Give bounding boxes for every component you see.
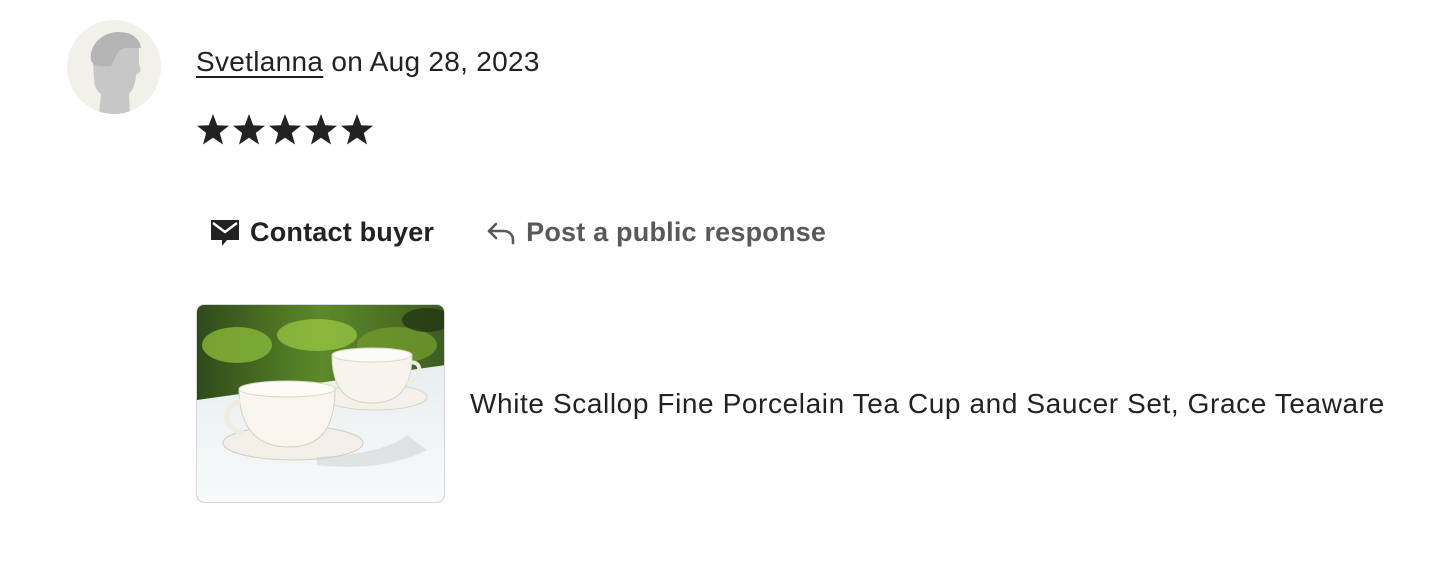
star-icon [341, 114, 373, 145]
star-rating [196, 111, 376, 149]
mail-icon [210, 217, 240, 247]
listing-title-link[interactable]: White Scallop Fine Porcelain Tea Cup and… [470, 388, 1385, 420]
review-date: on Aug 28, 2023 [323, 46, 540, 77]
teacup-photo [197, 305, 444, 502]
reviewed-listing[interactable]: White Scallop Fine Porcelain Tea Cup and… [196, 304, 1385, 503]
star-icon [197, 114, 229, 145]
contact-buyer-button[interactable]: Contact buyer [196, 206, 446, 258]
default-avatar-silhouette-icon [90, 32, 141, 114]
review-header: Svetlanna on Aug 28, 2023 [196, 44, 540, 80]
review-card: Svetlanna on Aug 28, 2023 Contact buyer [0, 0, 1445, 584]
reviewer-avatar[interactable] [67, 20, 161, 114]
listing-thumbnail[interactable] [196, 304, 445, 503]
reviewer-name-link[interactable]: Svetlanna [196, 46, 323, 77]
contact-buyer-label: Contact buyer [250, 216, 435, 247]
star-icon [269, 114, 301, 145]
post-public-response-button[interactable]: Post a public response [472, 206, 838, 258]
star-icon [233, 114, 265, 145]
review-actions: Contact buyer Post a public response [196, 206, 838, 258]
reply-arrow-icon [486, 217, 516, 247]
star-icon [305, 114, 337, 145]
post-public-response-label: Post a public response [526, 216, 827, 247]
